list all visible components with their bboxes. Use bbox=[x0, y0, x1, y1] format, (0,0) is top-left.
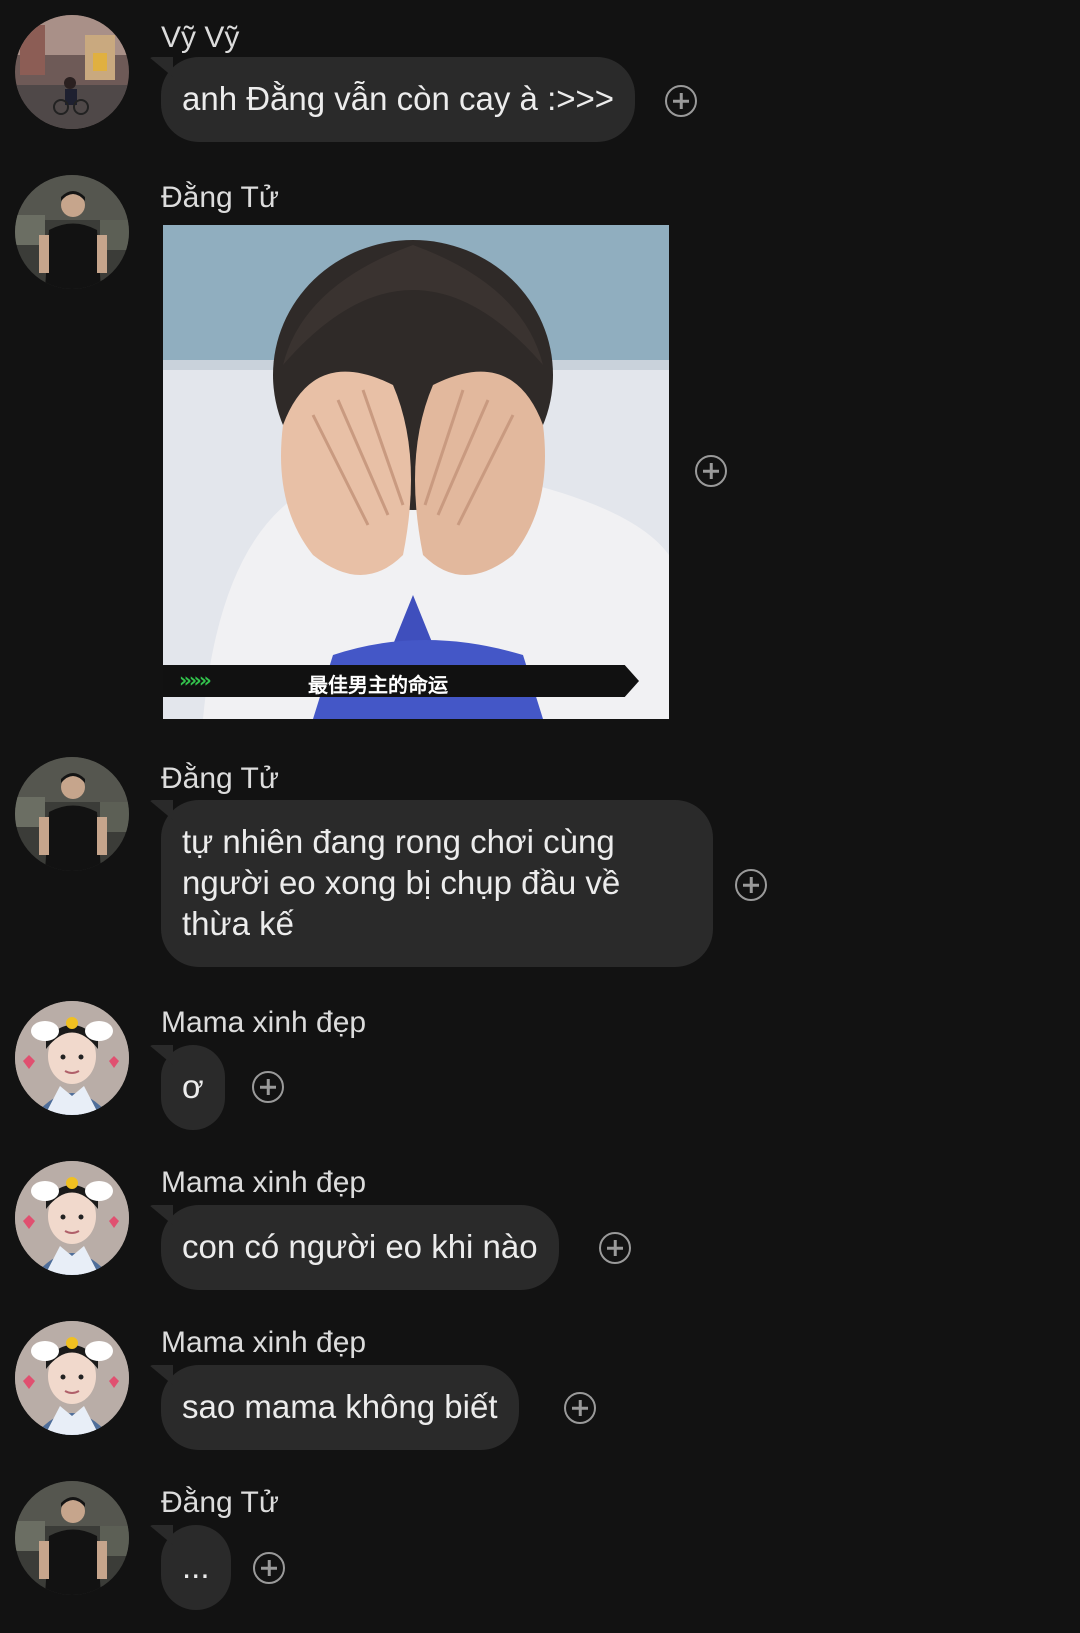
sender-name: Đằng Tử bbox=[161, 1486, 279, 1519]
sender-name: Đằng Tử bbox=[161, 762, 279, 795]
sender-name: Mama xinh đẹp bbox=[161, 1166, 367, 1199]
sender-name: Đằng Tử bbox=[161, 181, 279, 214]
meme-image[interactable]: »»» 最佳男主的命运 bbox=[163, 225, 669, 719]
add-reaction-icon[interactable] bbox=[564, 1392, 596, 1424]
add-reaction-icon[interactable] bbox=[665, 85, 697, 117]
add-reaction-icon[interactable] bbox=[252, 1071, 284, 1103]
avatar[interactable] bbox=[15, 175, 129, 289]
message-bubble[interactable]: tự nhiên đang rong chơi cùng người eo xo… bbox=[161, 800, 713, 967]
add-reaction-icon[interactable] bbox=[695, 455, 727, 487]
message-bubble[interactable]: con có người eo khi nào bbox=[161, 1205, 559, 1290]
avatar[interactable] bbox=[15, 15, 129, 129]
avatar[interactable] bbox=[15, 1001, 129, 1115]
image-caption: 最佳男主的命运 bbox=[308, 673, 448, 697]
message-bubble[interactable]: sao mama không biết bbox=[161, 1365, 519, 1450]
add-reaction-icon[interactable] bbox=[599, 1232, 631, 1264]
avatar[interactable] bbox=[15, 1321, 129, 1435]
avatar[interactable] bbox=[15, 1161, 129, 1275]
add-reaction-icon[interactable] bbox=[735, 869, 767, 901]
caption-bar: »»» 最佳男主的命运 bbox=[163, 665, 639, 697]
avatar[interactable] bbox=[15, 757, 129, 871]
sender-name: Mama xinh đẹp bbox=[161, 1006, 367, 1039]
avatar[interactable] bbox=[15, 1481, 129, 1595]
sender-name: Vỹ Vỹ bbox=[161, 21, 240, 54]
message-bubble[interactable]: anh Đằng vẫn còn cay à :>>> bbox=[161, 57, 636, 142]
message-bubble[interactable]: ơ bbox=[161, 1045, 225, 1130]
add-reaction-icon[interactable] bbox=[253, 1552, 285, 1584]
message-bubble[interactable]: ... bbox=[161, 1525, 231, 1610]
arrows-icon: »»» bbox=[179, 668, 212, 692]
sender-name: Mama xinh đẹp bbox=[161, 1326, 367, 1359]
